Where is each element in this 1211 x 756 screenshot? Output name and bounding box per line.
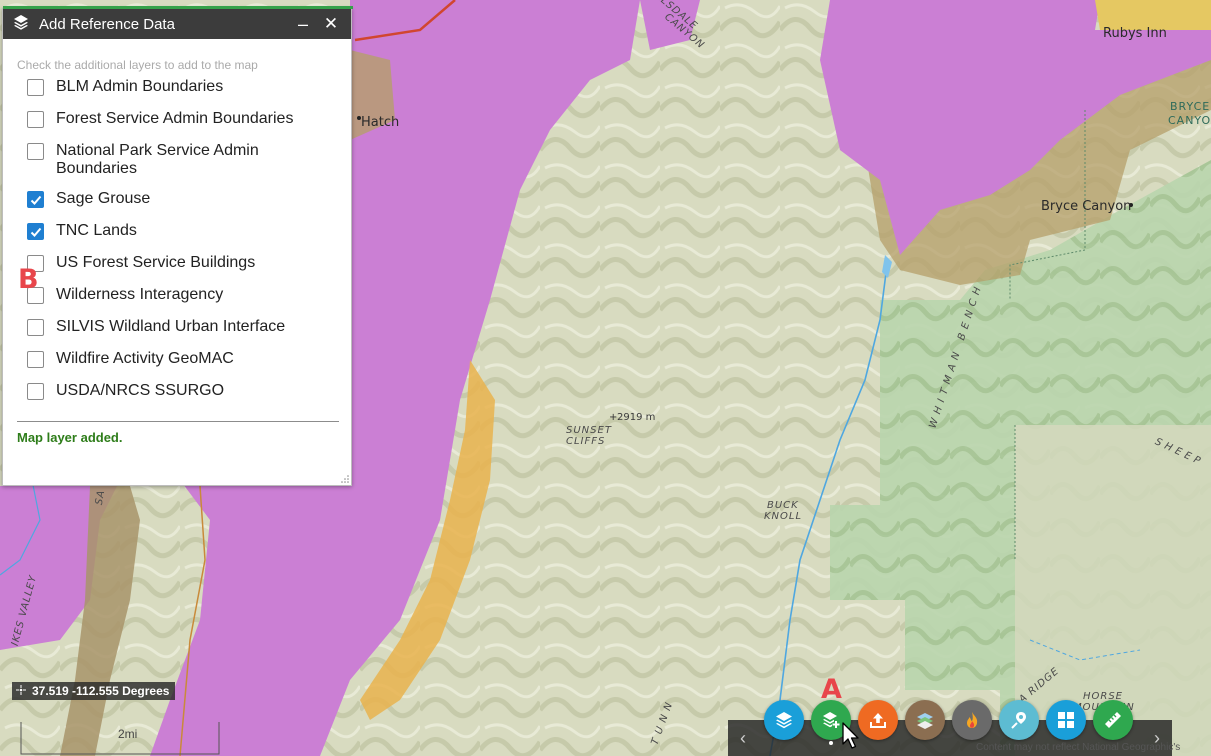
layer-label[interactable]: National Park Service Admin Boundaries bbox=[56, 142, 306, 178]
upload-icon bbox=[870, 713, 886, 728]
draw-tool-button[interactable] bbox=[999, 700, 1039, 740]
map-label-buck-1: BUCK bbox=[767, 500, 799, 511]
layer-checkbox[interactable] bbox=[27, 383, 44, 400]
layers-add-icon bbox=[823, 712, 840, 728]
layer-row[interactable]: US Forest Service Buildings bbox=[3, 254, 351, 286]
instructions-text: Check the additional layers to add to th… bbox=[17, 58, 258, 72]
checkmark-icon bbox=[30, 227, 41, 237]
layer-checkbox[interactable] bbox=[27, 351, 44, 368]
layer-row[interactable]: Wilderness Interagency bbox=[3, 286, 351, 318]
layer-checkbox[interactable] bbox=[27, 111, 44, 128]
layer-checkbox[interactable] bbox=[27, 143, 44, 160]
coordinates-text: 37.519 -112.555 Degrees bbox=[32, 684, 170, 698]
layer-label[interactable]: Wildfire Activity GeoMAC bbox=[56, 350, 306, 368]
layer-checkbox[interactable] bbox=[27, 319, 44, 336]
coordinates-readout[interactable]: 37.519 -112.555 Degrees bbox=[12, 682, 176, 700]
map-label-rubys-inn: Rubys Inn bbox=[1103, 26, 1167, 41]
annotation-b: B bbox=[18, 264, 39, 295]
map-label-hatch: Hatch bbox=[361, 115, 400, 130]
layer-checkbox[interactable] bbox=[27, 191, 44, 208]
map-label-bryce-canyon: Bryce Canyon bbox=[1041, 199, 1132, 214]
divider bbox=[17, 421, 339, 422]
layer-checkbox[interactable] bbox=[27, 223, 44, 240]
layer-row[interactable]: BLM Admin Boundaries bbox=[3, 78, 351, 110]
layer-list: BLM Admin Boundaries Forest Service Admin… bbox=[3, 78, 351, 414]
layer-row[interactable]: Sage Grouse bbox=[3, 190, 351, 222]
checkmark-icon bbox=[30, 195, 41, 205]
layer-row[interactable]: Wildfire Activity GeoMAC bbox=[3, 350, 351, 382]
marker-icon bbox=[1011, 712, 1026, 729]
close-button[interactable]: ✕ bbox=[319, 12, 343, 36]
grid-icon bbox=[1058, 712, 1074, 728]
mouse-cursor-icon bbox=[842, 722, 859, 749]
fire-icon bbox=[967, 712, 978, 728]
map-label-buck-2: KNOLL bbox=[764, 511, 803, 522]
layer-label[interactable]: BLM Admin Boundaries bbox=[56, 78, 306, 96]
ruler-icon bbox=[1105, 712, 1121, 728]
layer-checkbox[interactable] bbox=[27, 79, 44, 96]
layer-row[interactable]: Forest Service Admin Boundaries bbox=[3, 110, 351, 142]
layer-row[interactable]: SILVIS Wildland Urban Interface bbox=[3, 318, 351, 350]
scale-label: 2mi bbox=[118, 727, 138, 741]
add-reference-data-panel: Add Reference Data – ✕ Check the additio… bbox=[2, 6, 353, 486]
measure-tool-button[interactable] bbox=[1093, 700, 1133, 740]
panel-header[interactable]: Add Reference Data – ✕ bbox=[3, 9, 351, 39]
crosshair-icon bbox=[16, 684, 26, 698]
resize-handle-icon[interactable] bbox=[341, 475, 349, 483]
layers-icon bbox=[776, 712, 792, 729]
fire-tool-button[interactable] bbox=[952, 700, 992, 740]
upload-tool-button[interactable] bbox=[858, 700, 898, 740]
layer-label[interactable]: USDA/NRCS SSURGO bbox=[56, 382, 306, 400]
layer-row[interactable]: USDA/NRCS SSURGO bbox=[3, 382, 351, 414]
map-label-sunset-2: CLIFFS bbox=[566, 436, 606, 447]
layer-row[interactable]: TNC Lands bbox=[3, 222, 351, 254]
map-label-bryce-park-2: CANYON bbox=[1168, 114, 1211, 127]
panel-accent-bar bbox=[3, 6, 353, 9]
active-tool-indicator bbox=[829, 741, 833, 745]
panel-title: Add Reference Data bbox=[39, 15, 175, 33]
layer-label[interactable]: Wilderness Interagency bbox=[56, 286, 306, 304]
status-message: Map layer added. bbox=[17, 430, 123, 445]
minimize-button[interactable]: – bbox=[291, 12, 315, 36]
layers-tool-button[interactable] bbox=[764, 700, 804, 740]
widgets-tool-button[interactable] bbox=[1046, 700, 1086, 740]
map-label-bryce-park-1: BRYCE bbox=[1170, 100, 1211, 113]
basemap-tool-button[interactable] bbox=[905, 700, 945, 740]
map-attribution: Content may not reflect National Geograp… bbox=[976, 742, 1181, 753]
layer-label[interactable]: TNC Lands bbox=[56, 222, 306, 240]
layer-label[interactable]: US Forest Service Buildings bbox=[56, 254, 306, 272]
layer-row[interactable]: National Park Service Admin Boundaries bbox=[3, 142, 351, 190]
layer-label[interactable]: SILVIS Wildland Urban Interface bbox=[56, 318, 306, 336]
layer-label[interactable]: Sage Grouse bbox=[56, 190, 306, 208]
basemap-icon bbox=[917, 713, 933, 729]
map-label-sunset-1: SUNSET bbox=[566, 425, 612, 436]
map-label-elevation: 2919 m bbox=[617, 412, 656, 423]
toolbar-prev-button[interactable]: ‹ bbox=[728, 720, 758, 756]
layers-icon bbox=[13, 14, 29, 35]
layer-label[interactable]: Forest Service Admin Boundaries bbox=[56, 110, 306, 128]
